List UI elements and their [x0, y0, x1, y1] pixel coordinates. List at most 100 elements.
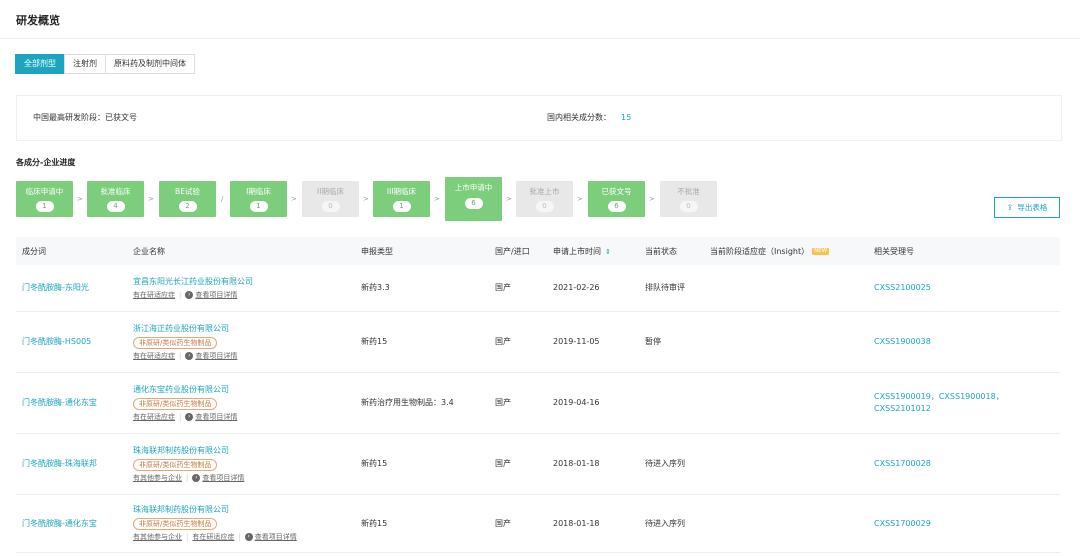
accept-no-link[interactable]: CXSS1700029 [868, 494, 1060, 553]
stage-label: BE试验 [175, 187, 200, 196]
tab-all-dosage[interactable]: 全部剂型 [15, 54, 65, 74]
biosimilar-tag: 非原研/类似药生物制品 [133, 397, 218, 410]
accept-no-link[interactable]: CXSS1900019，CXSS1900018，CXSS2101012 [868, 372, 1060, 434]
project-detail-link[interactable]: 查看项目详情 [202, 474, 244, 482]
company-link[interactable]: 通化东宝药业股份有限公司 [133, 383, 349, 397]
stage-rejected[interactable]: 不批准 0 [660, 181, 717, 217]
date-cell: 2018-01-18 [547, 494, 639, 553]
date-cell: 2021-02-26 [547, 265, 639, 312]
date-cell: 2019-04-16 [547, 372, 639, 434]
date-cell: 2019-11-05 [547, 311, 639, 373]
component-link[interactable]: 门冬酰胺酶-东阳光 [16, 265, 127, 312]
project-detail-link[interactable]: 查看项目详情 [255, 533, 297, 541]
company-link[interactable]: 浙江海正药业股份有限公司 [133, 322, 349, 336]
stage-count: 6 [464, 198, 483, 209]
link-divider: | [238, 533, 241, 541]
view-icon: › [185, 290, 194, 299]
company-cell: 珠海联邦制药股份有限公司 非原研/类似药生物制品 有其他参与企业 | › 查看项目详情 [127, 433, 355, 495]
stage-label: 不批准 [677, 187, 700, 196]
stage-approval-number[interactable]: 已获文号 6 [588, 181, 645, 217]
indication-cell [704, 433, 868, 495]
stage-market-approved[interactable]: 批准上市 0 [516, 181, 573, 217]
tab-injection[interactable]: 注射剂 [64, 54, 106, 74]
stage-count: 4 [106, 201, 125, 212]
table-row: 门冬酰胺酶-东阳光 宜昌东阳光长江药业股份有限公司 有在研适应症 | › 查看项目详情… [16, 265, 1060, 312]
section-title: 各成分-企业进度 [16, 158, 76, 167]
export-table-button[interactable]: ⇪ 导出表格 [994, 197, 1060, 218]
stage-arrow-icon: > [291, 195, 297, 203]
stage-phase-2[interactable]: II期临床 0 [302, 181, 359, 217]
component-link[interactable]: 门冬酰胺酶-HS005 [16, 311, 127, 373]
page-title: 研发概览 [16, 14, 60, 27]
indication-link[interactable]: 有在研适应症 [133, 352, 175, 360]
accept-no-link[interactable]: CXSS2100025 [868, 265, 1060, 312]
stage-arrow-icon: > [434, 195, 440, 203]
indication-link[interactable]: 有在研适应症 [133, 413, 175, 421]
component-link[interactable]: 门冬酰胺酶-珠海联邦 [16, 433, 127, 495]
biosimilar-tag: 非原研/类似药生物制品 [133, 518, 218, 530]
export-label: 导出表格 [1017, 203, 1048, 212]
status-cell: 待进入序列 [639, 494, 704, 553]
col-company: 企业名称 [127, 237, 355, 265]
status-cell: 暂停 [639, 311, 704, 373]
stage-phase-3[interactable]: III期临床 1 [373, 181, 430, 217]
stage-clinical-application[interactable]: 临床申请中 1 [16, 181, 73, 217]
stage-label: 临床申请中 [25, 187, 64, 196]
project-detail-link[interactable]: 查看项目详情 [195, 352, 237, 360]
other-companies-link[interactable]: 有其他参与企业 [133, 474, 182, 482]
view-icon: › [244, 533, 253, 541]
stage-count: 1 [35, 201, 54, 212]
stage-count: 2 [178, 201, 197, 212]
row-links: 有其他参与企业 | › 查看项目详情 [133, 472, 349, 484]
component-link[interactable]: 门冬酰胺酶-通化东宝 [16, 372, 127, 434]
new-badge: NEW [812, 247, 830, 255]
row-links: 有在研适应症 | › 查看项目详情 [133, 350, 349, 362]
biosimilar-tag: 非原研/类似药生物制品 [133, 336, 218, 349]
company-link[interactable]: 珠海联邦制药股份有限公司 [133, 503, 349, 517]
stage-arrow-icon: > [577, 195, 583, 203]
indication-link[interactable]: 有在研适应症 [192, 533, 234, 541]
stage-label: I期临床 [246, 187, 271, 196]
accept-no-link[interactable]: CXSS1700028 [868, 433, 1060, 495]
company-link[interactable]: 宜昌东阳光长江药业股份有限公司 [133, 275, 349, 289]
col-status: 当前状态 [639, 237, 704, 265]
stage-arrow-icon: > [148, 195, 154, 203]
origin-cell: 国产 [489, 372, 547, 434]
table-row: 门冬酰胺酶-通化东宝 通化东宝药业股份有限公司 非原研/类似药生物制品 有在研适… [16, 372, 1060, 434]
other-companies-link[interactable]: 有其他参与企业 [133, 533, 182, 541]
indication-link[interactable]: 有在研适应症 [133, 291, 175, 299]
related-count-value[interactable]: 15 [621, 113, 631, 122]
type-cell: 新药15 [355, 494, 489, 553]
stage-phase-1[interactable]: I期临床 1 [230, 181, 287, 217]
stage-market-application[interactable]: 上市申请中 6 [445, 177, 502, 221]
company-cell: 珠海联邦制药股份有限公司 非原研/类似药生物制品 有其他参与企业 | 有在研适应症 |… [127, 494, 355, 553]
project-detail-link[interactable]: 查看项目详情 [195, 413, 237, 421]
biosimilar-tag: 非原研/类似药生物制品 [133, 458, 218, 471]
stage-clinical-approved[interactable]: 批准临床 4 [87, 181, 144, 217]
type-cell: 新药治疗用生物制品：3.4 [355, 372, 489, 434]
export-icon: ⇪ [1006, 203, 1014, 212]
col-component: 成分词 [16, 237, 127, 265]
view-icon: › [185, 412, 194, 421]
company-link[interactable]: 珠海联邦制药股份有限公司 [133, 444, 349, 458]
component-link[interactable]: 门冬酰胺酶-通化东宝 [16, 494, 127, 553]
status-cell: 待进入序列 [639, 433, 704, 495]
indication-cell [704, 265, 868, 312]
type-cell: 新药15 [355, 433, 489, 495]
accept-no-link[interactable]: CXSS1900038 [868, 311, 1060, 373]
row-links: 有其他参与企业 | 有在研适应症 | › 查看项目详情 [133, 531, 349, 543]
tab-api-intermediate[interactable]: 原料药及制剂中间体 [105, 54, 195, 74]
company-cell: 浙江海正药业股份有限公司 非原研/类似药生物制品 有在研适应症 | › 查看项目详情 [127, 311, 355, 373]
col-date[interactable]: 申请上市时间 ⇕ [547, 237, 639, 265]
stage-arrow-icon: > [649, 195, 655, 203]
stage-separator: / [221, 195, 224, 203]
link-divider: | [179, 351, 182, 360]
origin-cell: 国产 [489, 265, 547, 312]
project-detail-link[interactable]: 查看项目详情 [195, 291, 237, 299]
stage-be-trial[interactable]: BE试验 2 [159, 181, 216, 217]
table-header-row: 成分词 企业名称 申报类型 国产/进口 申请上市时间 ⇕ 当前状态 当前阶段适应症… [16, 237, 1060, 265]
stage-count: 6 [607, 201, 626, 212]
highest-stage-text: 中国最高研发阶段：已获文号 [33, 113, 137, 122]
stage-label: III期临床 [386, 187, 417, 196]
sort-icon[interactable]: ⇕ [605, 248, 611, 256]
